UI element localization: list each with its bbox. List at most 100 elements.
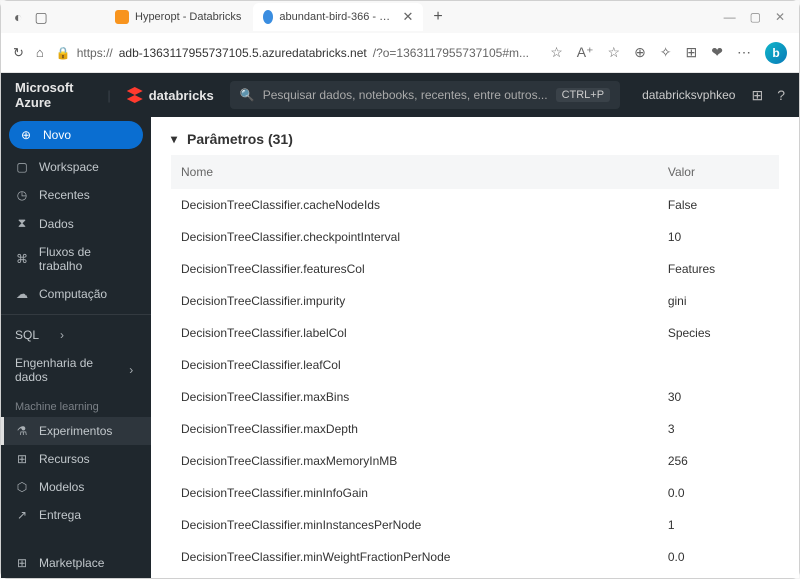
table-row[interactable]: DecisionTreeClassifier.maxBins30 <box>171 381 779 413</box>
sidebar-item-main-1[interactable]: ◷ Recentes <box>1 181 151 209</box>
param-name: DecisionTreeClassifier.checkpointInterva… <box>171 221 658 253</box>
param-name: DecisionTreeClassifier.predictionCol <box>171 573 658 578</box>
table-row[interactable]: DecisionTreeClassifier.minInstancesPerNo… <box>171 509 779 541</box>
table-row[interactable]: DecisionTreeClassifier.leafCol <box>171 349 779 381</box>
sidebar-item-label: Marketplace <box>39 556 104 570</box>
tab-mlflow-run[interactable]: abundant-bird-366 - MLflow Run ✕ <box>253 3 423 31</box>
sidebar-item-main-4[interactable]: ☁Computação <box>1 280 151 308</box>
param-name: DecisionTreeClassifier.leafCol <box>171 349 658 381</box>
tab-hyperopt[interactable]: Hyperopt - Databricks <box>105 3 251 31</box>
extensions-icon[interactable]: ✧ <box>660 44 672 61</box>
col-value[interactable]: Valor <box>658 155 779 189</box>
sidebar-item-ml-0[interactable]: ⚗Experimentos <box>1 417 151 445</box>
table-row[interactable]: DecisionTreeClassifier.maxDepth3 <box>171 413 779 445</box>
close-button[interactable]: ✕ <box>775 10 785 24</box>
favorite-icon[interactable]: ☆ <box>608 44 621 61</box>
collections-icon[interactable]: ▢ <box>34 9 47 26</box>
chevron-down-icon: ▾ <box>171 132 177 146</box>
param-name: DecisionTreeClassifier.minInfoGain <box>171 477 658 509</box>
sidebar-item-label: Fluxos de trabalho <box>39 245 137 273</box>
apps-icon[interactable]: ⊞ <box>686 44 698 61</box>
global-search[interactable]: 🔍 Pesquisar dados, notebooks, recentes, … <box>230 81 620 109</box>
gift-icon[interactable]: ⊞ <box>751 87 763 104</box>
url-host: adb-1363117955737105.5.azuredatabricks.n… <box>119 46 367 60</box>
param-name: DecisionTreeClassifier.impurity <box>171 285 658 317</box>
sidebar-item-main-0[interactable]: ▢Workspace <box>1 153 151 181</box>
param-name: DecisionTreeClassifier.featuresCol <box>171 253 658 285</box>
favicon-icon <box>115 10 129 24</box>
new-tab-button[interactable]: + <box>433 8 442 26</box>
table-row[interactable]: DecisionTreeClassifier.impuritygini <box>171 285 779 317</box>
collections-icon[interactable]: ⊕ <box>634 44 646 61</box>
reader-icon[interactable]: A⁺ <box>577 44 594 61</box>
maximize-button[interactable]: ▢ <box>750 10 761 24</box>
param-value: 30 <box>658 381 779 413</box>
param-name: DecisionTreeClassifier.cacheNodeIds <box>171 189 658 221</box>
param-value: 256 <box>658 445 779 477</box>
param-value: 0.0 <box>658 541 779 573</box>
param-value: 1 <box>658 509 779 541</box>
table-row[interactable]: DecisionTreeClassifier.labelColSpecies <box>171 317 779 349</box>
help-icon[interactable]: ? <box>777 87 785 104</box>
table-row[interactable]: DecisionTreeClassifier.cacheNodeIdsFalse <box>171 189 779 221</box>
sidebar-item-bottom-0[interactable]: ⊞ Marketplace <box>1 549 151 577</box>
nav-icon: ⊞ <box>15 556 29 570</box>
nav-icon: ▢ <box>15 160 29 174</box>
table-row[interactable]: DecisionTreeClassifier.minInfoGain0.0 <box>171 477 779 509</box>
favicon-icon <box>263 10 273 24</box>
star-icon[interactable]: ☆ <box>550 44 563 61</box>
sidebar-item-sql[interactable]: SQL› <box>1 321 151 349</box>
sidebar-item-label: Recentes <box>39 188 90 202</box>
table-row[interactable]: DecisionTreeClassifier.minWeightFraction… <box>171 541 779 573</box>
table-row[interactable]: DecisionTreeClassifier.predictionColpred… <box>171 573 779 578</box>
app-header: Microsoft Azure | databricks 🔍 Pesquisar… <box>1 73 799 117</box>
window-titlebar: ◐ ▢ Hyperopt - Databricks abundant-bird-… <box>1 1 799 33</box>
databricks-logo[interactable]: databricks <box>127 87 214 103</box>
sidebar-item-label: Computação <box>39 287 107 301</box>
sidebar-item-ml-2[interactable]: ⬡ Modelos <box>1 473 151 501</box>
heart-icon[interactable]: ❤ <box>711 44 723 61</box>
param-name: DecisionTreeClassifier.maxMemoryInMB <box>171 445 658 477</box>
org-name[interactable]: databricksvphkeo <box>642 88 735 102</box>
param-name: DecisionTreeClassifier.minInstancesPerNo… <box>171 509 658 541</box>
nav-icon: ⚗ <box>15 424 29 438</box>
browser-tabs: Hyperopt - Databricks abundant-bird-366 … <box>105 1 443 33</box>
refresh-button[interactable]: ↻ <box>13 45 24 61</box>
search-placeholder: Pesquisar dados, notebooks, recentes, en… <box>263 88 548 102</box>
sidebar-item-label: Modelos <box>39 480 84 494</box>
nav-icon: ⊞ <box>15 452 29 466</box>
sidebar-item-ml-1[interactable]: ⊞Recursos <box>1 445 151 473</box>
sidebar-item-ml-3[interactable]: ↗ Entrega <box>1 501 151 529</box>
table-row[interactable]: DecisionTreeClassifier.featuresColFeatur… <box>171 253 779 285</box>
parameters-header[interactable]: ▾ Parâmetros (31) <box>171 131 779 147</box>
home-button[interactable]: ⌂ <box>36 45 44 60</box>
sidebar-item-main-2[interactable]: ⧗Dados <box>1 209 151 238</box>
table-row[interactable]: DecisionTreeClassifier.maxMemoryInMB256 <box>171 445 779 477</box>
close-icon[interactable]: ✕ <box>402 9 413 25</box>
sidebar-item-label: Entrega <box>39 508 81 522</box>
sidebar-item-main-3[interactable]: ⌘ Fluxos de trabalho <box>1 238 151 280</box>
nav-icon: ⌘ <box>15 252 29 266</box>
param-value: 0.0 <box>658 477 779 509</box>
param-name: DecisionTreeClassifier.maxBins <box>171 381 658 413</box>
col-name[interactable]: Nome <box>171 155 658 189</box>
nav-icon: ◷ <box>15 188 29 202</box>
tab-title: Hyperopt - Databricks <box>135 11 241 23</box>
param-value: 3 <box>658 413 779 445</box>
chevron-right-icon: › <box>55 328 69 342</box>
databricks-icon <box>127 87 143 103</box>
nav-icon: ⬡ <box>15 480 29 494</box>
param-value: 10 <box>658 221 779 253</box>
sidebar-item-engineering[interactable]: Engenharia de dados› <box>1 349 151 391</box>
profile-icon[interactable]: ◐ <box>14 9 22 26</box>
sidebar-item-bottom-1[interactable]: ◆Partner Connect <box>1 577 151 578</box>
url-path: /?o=1363117955737105#m... <box>373 46 529 60</box>
nav-icon: ↗ <box>15 508 29 522</box>
minimize-button[interactable]: — <box>724 10 736 24</box>
table-row[interactable]: DecisionTreeClassifier.checkpointInterva… <box>171 221 779 253</box>
new-button[interactable]: ⊕ Novo <box>9 121 143 149</box>
url-field[interactable]: 🔒 https://adb-1363117955737105.5.azureda… <box>56 46 538 60</box>
bing-icon[interactable]: b <box>765 42 787 64</box>
more-icon[interactable]: ⋯ <box>737 44 751 61</box>
nav-icon: ⧗ <box>15 216 29 231</box>
